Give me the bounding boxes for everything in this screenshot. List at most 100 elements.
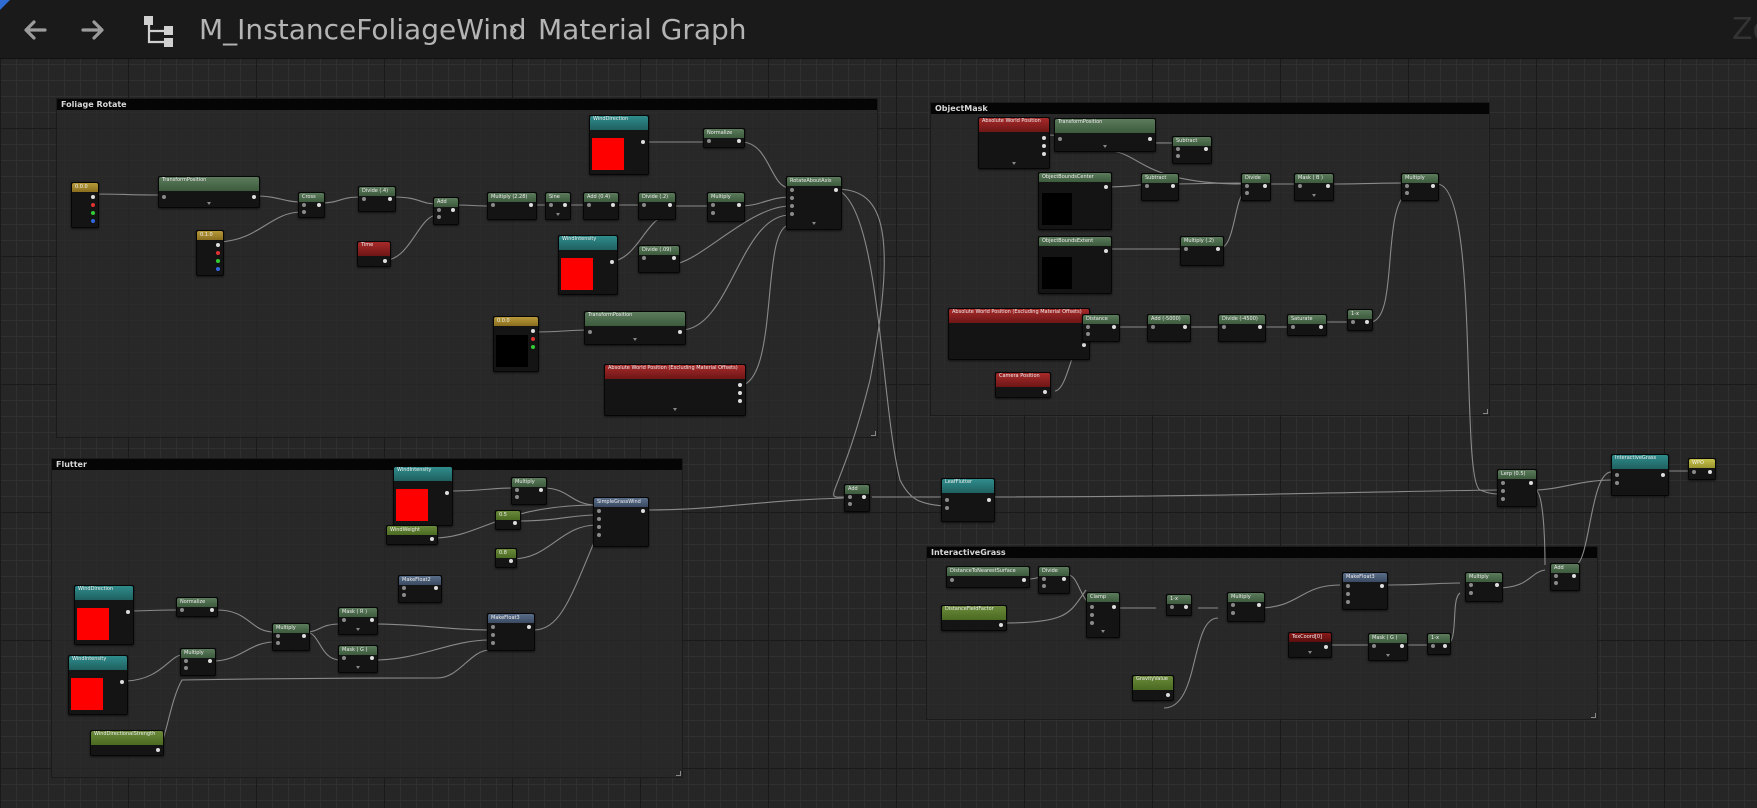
output-pin[interactable]	[1263, 184, 1267, 188]
input-pin-min[interactable]	[1090, 613, 1094, 617]
constant-node[interactable]: 0.8	[495, 548, 517, 568]
output-pin[interactable]	[641, 140, 645, 144]
distance-field-factor-node[interactable]: DistanceFieldFactor	[941, 605, 1007, 631]
make-float3-node[interactable]: MakeFloat3	[1342, 572, 1388, 610]
input-pin[interactable]	[1351, 320, 1355, 324]
distance-to-nearest-surface-node[interactable]: DistanceToNearestSurface	[946, 566, 1030, 588]
output-pin[interactable]	[1184, 605, 1188, 609]
chevron-down-icon[interactable]	[673, 408, 677, 411]
input-pin[interactable]	[642, 203, 646, 207]
output-pin[interactable]	[999, 623, 1003, 627]
output-pin[interactable]	[529, 203, 533, 207]
input-pin[interactable]	[1615, 481, 1619, 485]
object-bounds-center-node[interactable]: ObjectBoundsCenter	[1038, 172, 1112, 230]
output-pin[interactable]	[1319, 325, 1323, 329]
output-pin[interactable]	[531, 329, 535, 333]
time-node[interactable]: Time	[357, 241, 391, 267]
output-pin[interactable]	[317, 203, 321, 207]
input-pin[interactable]	[1145, 184, 1149, 188]
output-pin[interactable]	[1258, 325, 1262, 329]
multiply-node[interactable]: Multiply	[511, 477, 547, 505]
input-pin-a[interactable]	[1405, 184, 1409, 188]
divide-node[interactable]: Divide	[1241, 173, 1271, 201]
output-pin[interactable]	[1042, 152, 1046, 156]
lerp-node[interactable]: Lerp (0.5)	[1497, 469, 1537, 507]
input-pin-b[interactable]	[1245, 191, 1249, 195]
output-pin[interactable]	[641, 509, 645, 513]
subtract-node[interactable]: Subtract	[1172, 136, 1212, 164]
input-pin[interactable]	[1184, 247, 1188, 251]
input-pin[interactable]	[588, 330, 592, 334]
wind-directional-strength-node[interactable]: WindDirectionalStrength	[90, 730, 164, 756]
input-pin[interactable]	[549, 203, 553, 207]
forward-button[interactable]	[76, 14, 110, 46]
input-pin-a[interactable]	[1554, 574, 1558, 578]
input-pin-b[interactable]	[515, 495, 519, 499]
input-pin-a[interactable]	[1086, 325, 1090, 329]
input-pin-a[interactable]	[848, 495, 852, 499]
make-float3-node[interactable]: MakeFloat3	[487, 613, 535, 651]
input-pin[interactable]	[1431, 644, 1435, 648]
input-pin-max[interactable]	[1090, 621, 1094, 625]
input-pin-b[interactable]	[1231, 611, 1235, 615]
output-pin[interactable]	[678, 330, 682, 334]
input-pin-a[interactable]	[1042, 577, 1046, 581]
output-pin-b[interactable]	[216, 267, 220, 271]
output-pin[interactable]	[1661, 473, 1665, 477]
output-pin[interactable]	[1112, 605, 1116, 609]
output-pin[interactable]	[610, 260, 614, 264]
output-pin[interactable]	[563, 203, 567, 207]
output-pin[interactable]	[91, 195, 95, 199]
chevron-down-icon[interactable]	[1012, 162, 1016, 165]
wind-direction-node[interactable]: WindDirection	[74, 585, 134, 645]
output-pin[interactable]	[252, 195, 256, 199]
input-pin-alpha[interactable]	[1501, 497, 1505, 501]
output-pin-r[interactable]	[91, 203, 95, 207]
mask-node[interactable]: Mask ( R )	[338, 607, 378, 635]
transform-position-node[interactable]: TransformPosition	[1054, 118, 1156, 152]
input-pin-y[interactable]	[491, 633, 495, 637]
subtract-node[interactable]: Subtract	[1141, 173, 1179, 201]
output-pin[interactable]	[1708, 470, 1712, 474]
output-pin[interactable]	[738, 399, 742, 403]
mask-node[interactable]: Mask ( B )	[1294, 173, 1334, 201]
rotate-about-axis-node[interactable]: RotateAboutAxis	[786, 176, 842, 230]
input-pin[interactable]	[1615, 473, 1619, 477]
output-pin[interactable]	[1204, 147, 1208, 151]
input-pin[interactable]	[597, 509, 601, 513]
output-pin[interactable]	[1443, 644, 1447, 648]
input-pin[interactable]	[1298, 184, 1302, 188]
output-pin[interactable]	[1365, 320, 1369, 324]
saturate-node[interactable]: Saturate	[1287, 314, 1327, 336]
chevron-down-icon[interactable]	[1103, 145, 1107, 148]
input-pin-b[interactable]	[1042, 584, 1046, 588]
input-pin-x[interactable]	[491, 625, 495, 629]
chevron-down-icon[interactable]	[356, 666, 360, 669]
add-node[interactable]: Add	[1550, 563, 1580, 591]
chevron-down-icon[interactable]	[812, 222, 816, 225]
input-pin-a[interactable]	[276, 634, 280, 638]
gravity-value-node[interactable]: GravityValue	[1132, 675, 1174, 701]
output-pin[interactable]	[1042, 144, 1046, 148]
breadcrumb-graph[interactable]: Material Graph	[538, 13, 747, 47]
output-pin[interactable]	[513, 521, 517, 525]
divide-node[interactable]: Divide	[1038, 566, 1070, 594]
output-pin[interactable]	[862, 495, 866, 499]
output-pin[interactable]	[1171, 184, 1175, 188]
input-pin-b[interactable]	[1086, 332, 1090, 336]
output-pin[interactable]	[1062, 577, 1066, 581]
distance-node[interactable]: Distance	[1082, 314, 1120, 342]
output-pin[interactable]	[672, 256, 676, 260]
output-pin[interactable]	[451, 208, 455, 212]
input-pin-a[interactable]	[1469, 583, 1473, 587]
one-minus-node[interactable]: 1-x	[1427, 633, 1451, 655]
divide-node[interactable]: Divide (.09)	[638, 245, 680, 273]
input-pin[interactable]	[1291, 325, 1295, 329]
output-pin[interactable]	[611, 203, 615, 207]
chevron-down-icon[interactable]	[1308, 651, 1312, 654]
output-pin[interactable]	[1042, 136, 1046, 140]
output-pin[interactable]	[834, 188, 838, 192]
chevron-down-icon[interactable]	[356, 628, 360, 631]
input-pin-x[interactable]	[402, 586, 406, 590]
output-pin-r[interactable]	[531, 337, 535, 341]
